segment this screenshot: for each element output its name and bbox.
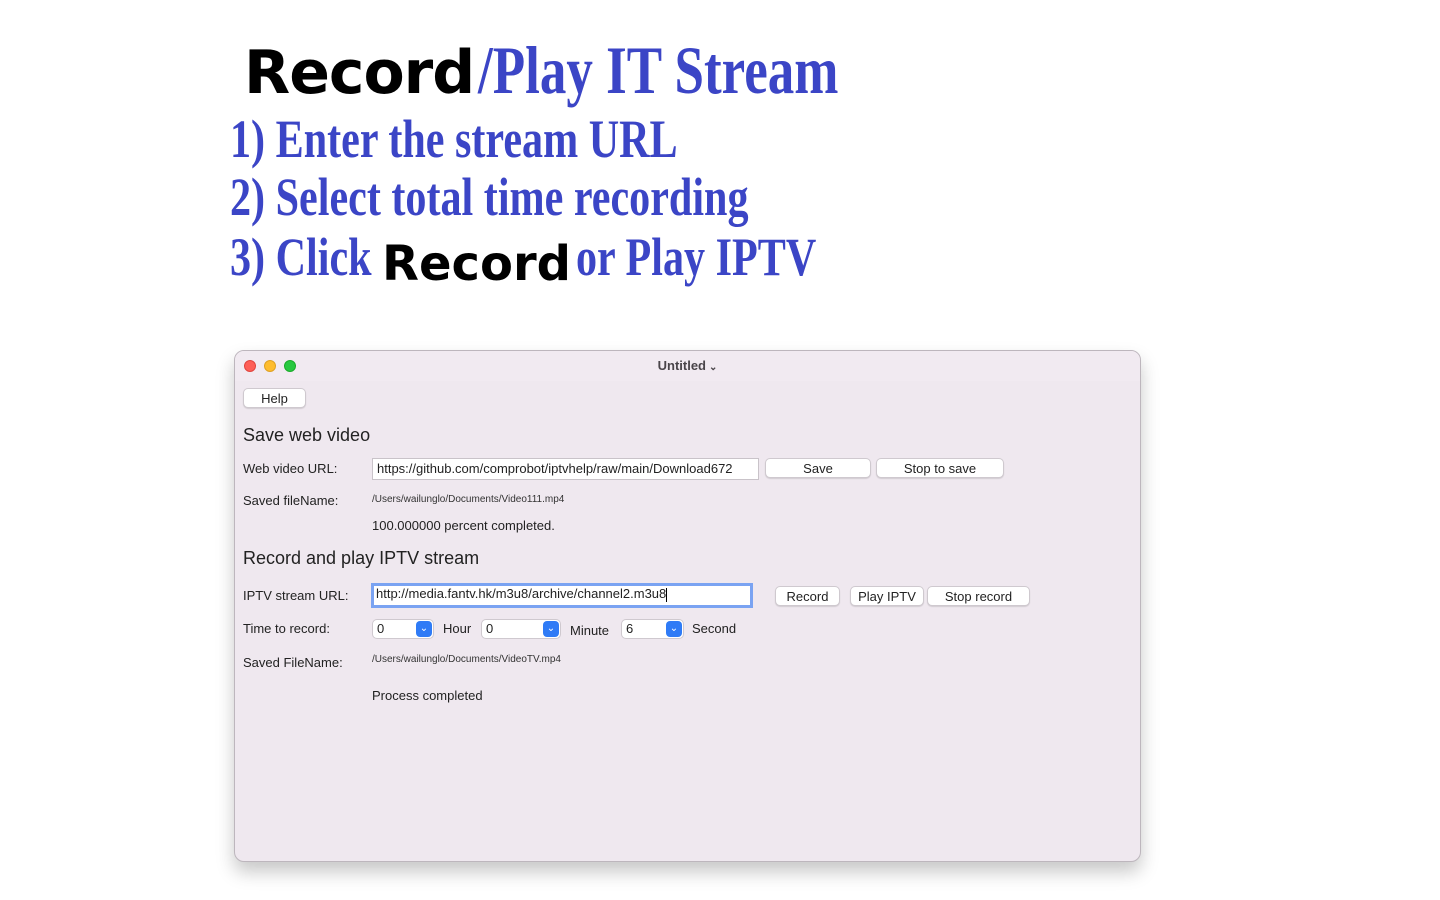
chevron-down-icon: ⌄	[543, 621, 559, 637]
chevron-down-icon: ⌄	[416, 621, 432, 637]
minute-select[interactable]: 0 ⌄	[481, 619, 561, 639]
save-button[interactable]: Save	[765, 458, 871, 478]
promo-step-3-prefix: 3) Click	[230, 227, 372, 287]
web-video-url-input[interactable]: https://github.com/comprobot/iptvhelp/ra…	[372, 458, 759, 480]
time-to-record-label: Time to record:	[243, 621, 330, 636]
promo-step-3: 3) Click Record or Play IPTV	[230, 227, 816, 288]
saved-filename-tv-value: /Users/wailunglo/Documents/VideoTV.mp4	[372, 654, 561, 665]
stop-record-button[interactable]: Stop record	[927, 586, 1030, 606]
saved-filename-tv-label: Saved FileName:	[243, 655, 343, 670]
play-iptv-button[interactable]: Play IPTV	[850, 586, 924, 606]
promo-step-3-record: Record	[382, 236, 571, 292]
app-window: Untitled ⌄ Help Save web video Web video …	[234, 350, 1141, 862]
iptv-url-input[interactable]: http://media.fantv.hk/m3u8/archive/chann…	[371, 583, 753, 608]
text-caret	[666, 587, 668, 602]
hour-unit-label: Hour	[443, 621, 472, 636]
title-bar[interactable]: Untitled ⌄	[235, 351, 1140, 381]
hour-select[interactable]: 0 ⌄	[372, 619, 434, 639]
save-section-heading: Save web video	[243, 425, 371, 445]
promo-step-3-suffix: or Play IPTV	[576, 227, 817, 287]
minute-unit-label: Minute	[570, 623, 610, 638]
chevron-down-icon: ⌄	[709, 362, 718, 373]
promo-title: Record/Play IT Stream	[244, 36, 940, 104]
promo-step-1: 1) Enter the stream URL	[230, 109, 678, 169]
save-progress-text: 100.000000 percent completed.	[372, 518, 555, 533]
saved-filename-label: Saved fileName:	[243, 493, 339, 508]
web-video-url-label: Web video URL:	[243, 461, 338, 476]
stop-to-save-button[interactable]: Stop to save	[876, 458, 1004, 478]
process-status-text: Process completed	[372, 688, 483, 703]
saved-filename-value: /Users/wailunglo/Documents/Video111.mp4	[372, 494, 565, 505]
promo-title-record: Record	[244, 38, 475, 108]
record-button[interactable]: Record	[775, 586, 840, 606]
help-button[interactable]: Help	[243, 388, 306, 408]
chevron-down-icon: ⌄	[666, 621, 682, 637]
window-title[interactable]: Untitled ⌄	[235, 358, 1140, 373]
iptv-url-label: IPTV stream URL:	[243, 588, 349, 603]
promo-title-play-stream: /Play IT Stream	[478, 32, 839, 108]
promo-step-2: 2) Select total time recording	[230, 167, 749, 227]
second-unit-label: Second	[692, 621, 737, 636]
second-select[interactable]: 6 ⌄	[621, 619, 684, 639]
iptv-section-heading: Record and play IPTV stream	[243, 548, 480, 568]
